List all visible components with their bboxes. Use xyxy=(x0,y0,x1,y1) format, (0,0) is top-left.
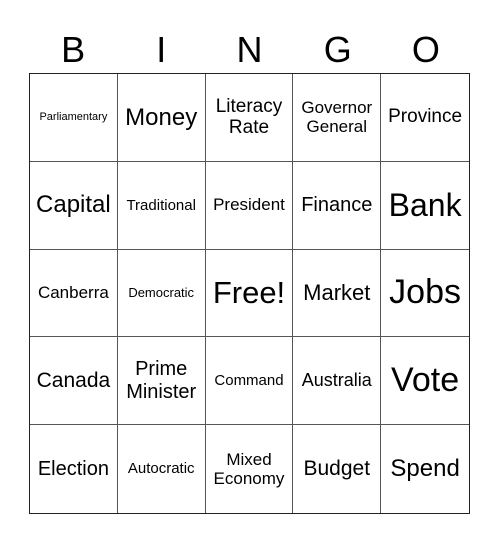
bingo-cell[interactable]: Jobs xyxy=(381,250,469,338)
bingo-cell[interactable]: Election xyxy=(30,425,118,513)
bingo-cell[interactable]: Capital xyxy=(30,161,118,250)
bingo-cell[interactable]: President xyxy=(205,161,294,250)
bingo-cell[interactable]: Autocratic xyxy=(118,425,206,513)
bingo-cell[interactable]: Canada xyxy=(30,337,118,426)
bingo-cell[interactable]: Canberra xyxy=(30,249,118,338)
bingo-cell[interactable]: Budget xyxy=(293,425,382,513)
bingo-cell[interactable]: Bank xyxy=(381,162,469,250)
bingo-cell[interactable]: Parliamentary xyxy=(30,74,118,162)
bingo-cell[interactable]: Democratic xyxy=(117,249,206,338)
bingo-cell[interactable]: Command xyxy=(205,337,294,426)
free-space-cell[interactable]: Free! xyxy=(205,249,294,338)
bingo-cell[interactable]: Prime Minister xyxy=(117,337,206,426)
header-letter-b: B xyxy=(61,29,86,70)
bingo-cell[interactable]: Vote xyxy=(381,337,469,426)
bingo-cell[interactable]: Province xyxy=(381,74,469,162)
bingo-cell[interactable]: Literacy Rate xyxy=(205,74,294,162)
bingo-cell[interactable]: Traditional xyxy=(117,161,206,250)
bingo-header: B I N G O xyxy=(29,28,470,72)
header-letter-n: N xyxy=(236,29,263,70)
bingo-cell[interactable]: Mixed Economy xyxy=(206,425,294,513)
header-letter-g: G xyxy=(323,29,352,70)
header-letter-o: O xyxy=(411,29,440,70)
bingo-cell[interactable]: Spend xyxy=(381,425,469,513)
header-letter-i: I xyxy=(156,29,167,70)
bingo-grid: Parliamentary Money Literacy Rate Govern… xyxy=(29,73,470,514)
bingo-cell[interactable]: Finance xyxy=(293,161,382,250)
bingo-cell[interactable]: Australia xyxy=(293,337,382,426)
bingo-cell[interactable]: Governor General xyxy=(293,74,382,162)
bingo-cell[interactable]: Money xyxy=(117,74,206,162)
bingo-cell[interactable]: Market xyxy=(293,249,382,338)
